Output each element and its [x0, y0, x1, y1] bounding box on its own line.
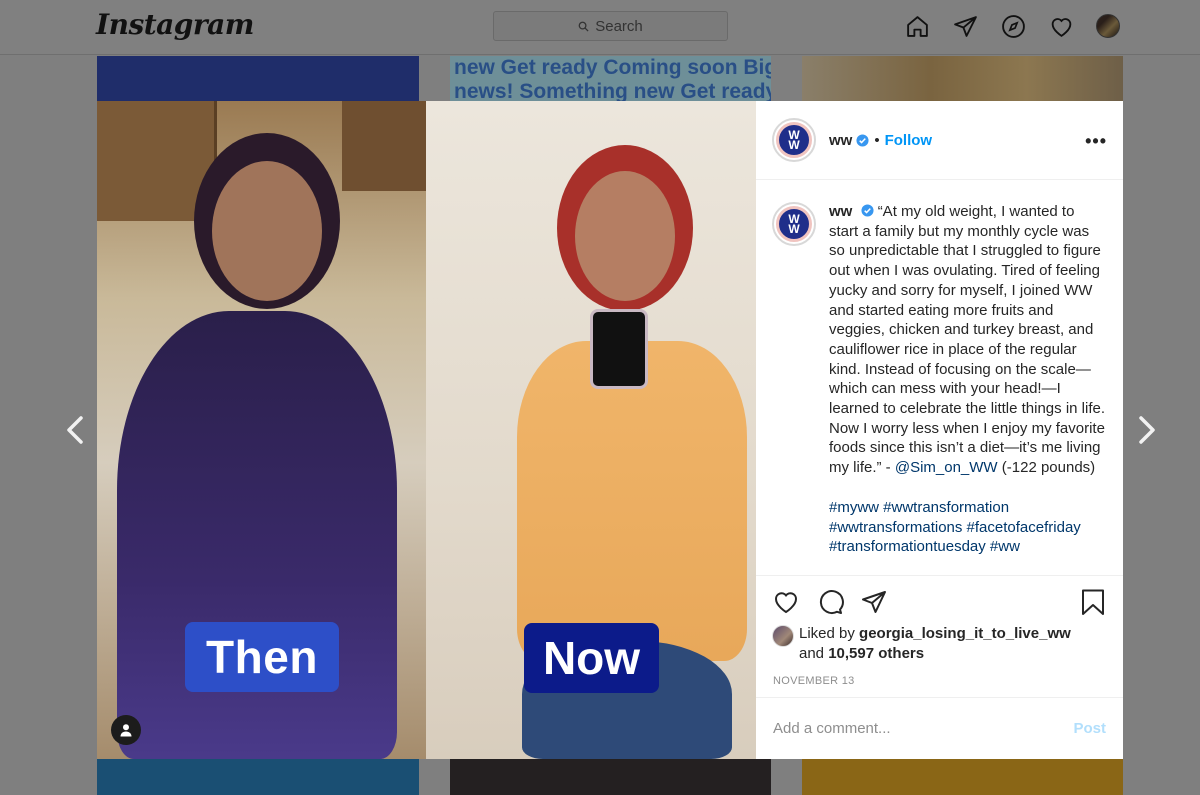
instagram-logo[interactable]: Instagram: [96, 8, 254, 41]
caption-area: WW ww “At my old weight, I wanted to sta…: [756, 180, 1123, 575]
liked-by-user[interactable]: georgia_losing_it_to_live_ww: [859, 625, 1071, 642]
post-photo[interactable]: Then Now: [97, 101, 756, 759]
username-link[interactable]: ww: [829, 132, 852, 149]
hashtags[interactable]: #myww #wwtransformation #wwtransformatio…: [829, 498, 1107, 557]
caption-body: “At my old weight, I wanted to start a f…: [829, 203, 1105, 477]
feed-tile[interactable]: [97, 56, 419, 102]
comment-bar: Add a comment... Post: [756, 697, 1123, 759]
feed-tile[interactable]: [802, 56, 1123, 102]
follow-button[interactable]: Follow: [885, 132, 933, 149]
profile-avatar[interactable]: [1096, 14, 1120, 38]
caption-suffix: (-122 pounds): [1001, 459, 1096, 477]
teaser-line: news! Something new Get ready: [454, 80, 771, 102]
top-nav: Instagram Search: [0, 0, 1200, 55]
nav-icons: [904, 13, 1120, 39]
post-actions: Liked by georgia_losing_it_to_live_ww an…: [756, 575, 1123, 697]
likes-and: and: [799, 645, 825, 662]
heart-icon[interactable]: [772, 588, 800, 616]
post-date[interactable]: NOVEMBER 13: [773, 675, 855, 687]
user-tag-icon[interactable]: [111, 715, 141, 745]
likes-count[interactable]: 10,597 others: [828, 645, 924, 662]
mention-link[interactable]: @Sim_on_WW: [895, 459, 998, 476]
post-side-panel: WW ww • Follow ••• WW ww “At my old weig…: [756, 101, 1123, 759]
likes-summary: Liked by georgia_losing_it_to_live_ww an…: [772, 624, 1071, 664]
separator-dot: •: [874, 131, 880, 149]
chevron-right-icon[interactable]: [1133, 415, 1159, 445]
now-badge: Now: [524, 623, 659, 693]
search-placeholder: Search: [595, 17, 643, 35]
search-input[interactable]: Search: [493, 11, 728, 41]
more-icon[interactable]: •••: [1085, 131, 1107, 152]
teaser-line: new Get ready Coming soon Big: [454, 56, 771, 79]
verified-icon: [856, 133, 869, 147]
feed-tile[interactable]: [450, 759, 771, 795]
search-icon: [578, 21, 589, 32]
comment-input[interactable]: Add a comment...: [773, 720, 1073, 737]
post-header: WW ww • Follow •••: [756, 101, 1123, 180]
comment-icon[interactable]: [816, 588, 844, 616]
feed-tile[interactable]: [97, 759, 419, 795]
avatar[interactable]: WW: [772, 118, 816, 162]
activity-heart-icon[interactable]: [1048, 13, 1074, 39]
verified-icon: [860, 204, 874, 217]
caption: ww “At my old weight, I wanted to start …: [829, 202, 1107, 575]
share-icon[interactable]: [860, 588, 888, 616]
ww-logo: WW: [776, 206, 812, 242]
post-modal: Then Now WW ww • Follow ••• WW ww “At my…: [97, 101, 1123, 759]
avatar[interactable]: WW: [772, 202, 816, 246]
then-badge: Then: [185, 622, 339, 692]
caption-username[interactable]: ww: [829, 203, 852, 220]
avatar[interactable]: [772, 625, 794, 647]
chevron-left-icon[interactable]: [63, 415, 89, 445]
bookmark-icon[interactable]: [1079, 588, 1107, 616]
liked-by-prefix: Liked by: [799, 625, 855, 642]
feed-tile[interactable]: [802, 759, 1123, 795]
explore-icon[interactable]: [1000, 13, 1026, 39]
home-icon[interactable]: [904, 13, 930, 39]
direct-icon[interactable]: [952, 13, 978, 39]
post-button[interactable]: Post: [1073, 720, 1106, 737]
feed-tile[interactable]: new Get ready Coming soon Big news! Some…: [450, 56, 771, 102]
ww-logo: WW: [776, 122, 812, 158]
